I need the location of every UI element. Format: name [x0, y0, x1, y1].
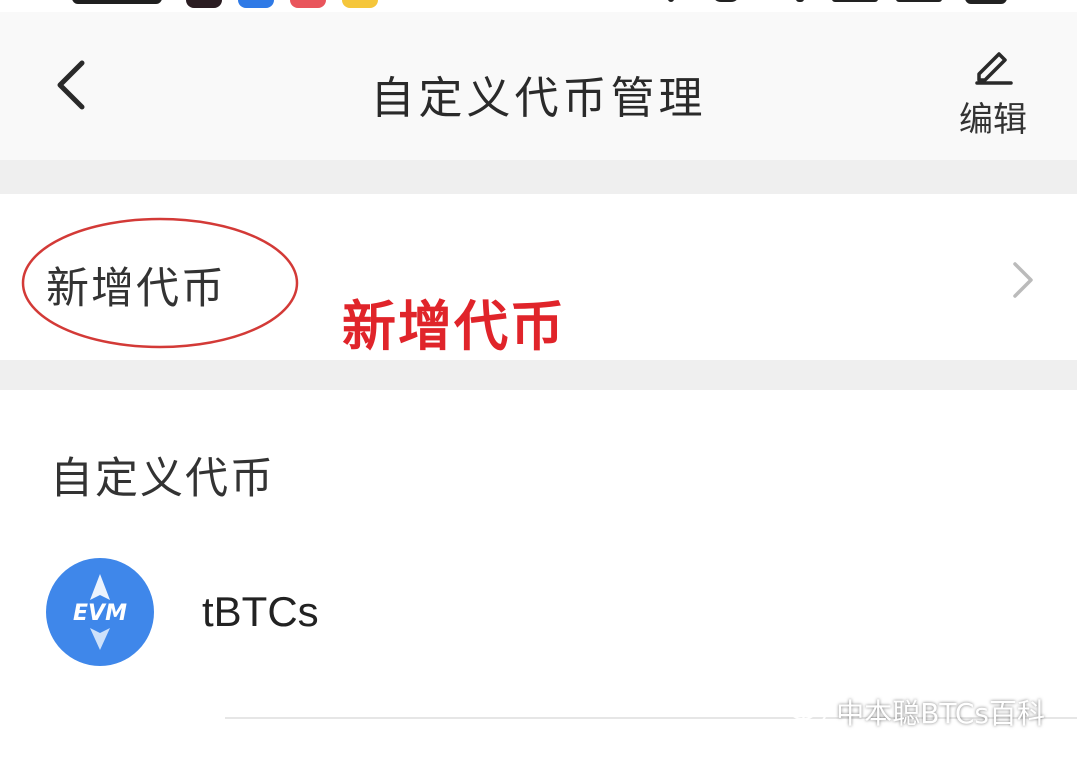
- token-logo: EVM: [46, 558, 154, 666]
- section-gap: [0, 360, 1077, 390]
- section-title: 自定义代币: [50, 454, 275, 504]
- highlight-circle: [21, 217, 299, 349]
- wechat-icon: [789, 697, 827, 725]
- status-app-icon: [342, 0, 378, 8]
- edit-label: 编辑: [959, 100, 1027, 140]
- status-time: [72, 0, 162, 4]
- watermark-text: 中本聪BTCs百科: [836, 697, 1045, 730]
- status-app-icon: [290, 0, 326, 8]
- evm-logo-icon: EVM: [73, 574, 127, 650]
- token-logo-text: EVM: [73, 601, 127, 626]
- edit-button[interactable]: 编辑: [953, 42, 1033, 142]
- status-indicator-icon: [712, 0, 740, 2]
- status-app-icon: [186, 0, 222, 8]
- annotation-label: 新增代币: [342, 295, 566, 358]
- signal-icon: [832, 0, 878, 2]
- token-list-item[interactable]: EVM tBTCs: [0, 550, 1077, 680]
- status-indicator-icon: [796, 0, 804, 2]
- battery-icon: [965, 0, 1007, 4]
- status-indicator-icon: [668, 0, 674, 2]
- nav-bar: 自定义代币管理 编辑: [0, 12, 1077, 160]
- pencil-icon: [975, 52, 1013, 85]
- signal-icon: [896, 0, 942, 2]
- watermark: 中本聪BTCs百科: [788, 692, 1045, 732]
- chevron-right-icon: [1013, 262, 1033, 298]
- token-name: tBTCs: [202, 588, 319, 635]
- status-bar: [0, 0, 1077, 12]
- status-app-icon: [238, 0, 274, 8]
- page-title: 自定义代币管理: [370, 73, 707, 124]
- section-gap: [0, 160, 1077, 194]
